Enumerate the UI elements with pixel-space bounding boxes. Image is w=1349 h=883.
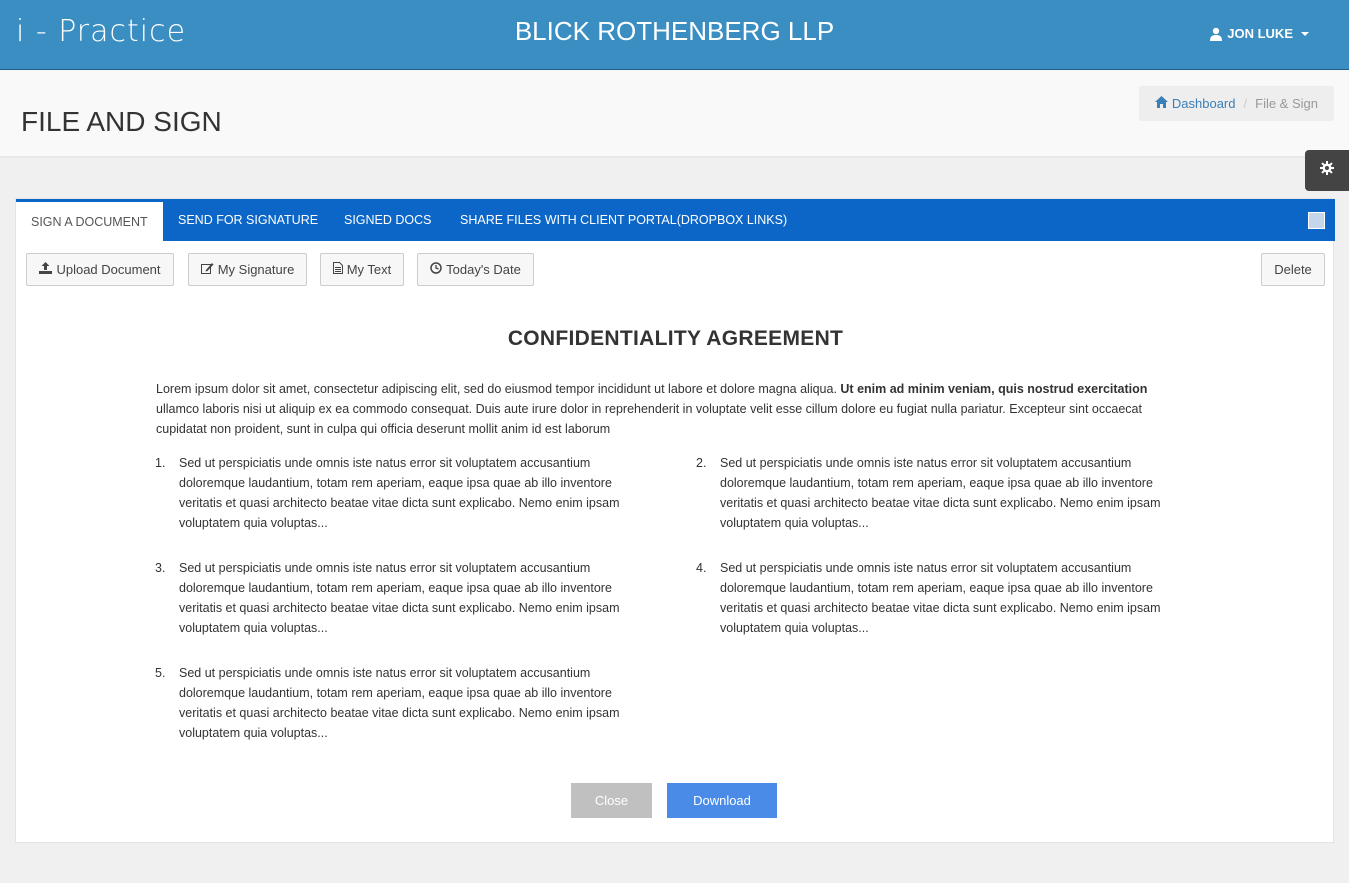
upload-icon — [39, 262, 53, 277]
clause-text: Sed ut perspiciatis unde omnis iste natu… — [720, 561, 1161, 635]
breadcrumb-separator: / — [1243, 96, 1248, 111]
user-menu[interactable]: JON LUKE — [1209, 26, 1309, 41]
clause-number: 1. — [155, 456, 166, 470]
intro-text-a: Lorem ipsum dolor sit amet, consectetur … — [156, 382, 841, 396]
upload-document-button[interactable]: Upload Document — [26, 253, 174, 286]
tab-bar: SIGN A DOCUMENT SEND FOR SIGNATURE SIGNE… — [16, 199, 1335, 241]
breadcrumb-dashboard-link[interactable]: Dashboard — [1154, 96, 1236, 111]
clause-number: 2. — [696, 456, 707, 470]
tab-share-files[interactable]: SHARE FILES WITH CLIENT PORTAL(DROPBOX L… — [460, 199, 787, 241]
file-text-icon — [332, 262, 343, 277]
clause-number: 5. — [155, 666, 166, 680]
breadcrumb-dashboard-label: Dashboard — [1171, 96, 1236, 111]
top-navbar: i - Practice BLICK ROTHENBERG LLP JON LU… — [0, 0, 1349, 70]
breadcrumb: Dashboard / File & Sign — [1138, 86, 1334, 121]
clause-text: Sed ut perspiciatis unde omnis iste natu… — [720, 456, 1161, 530]
edit-icon — [200, 262, 214, 277]
delete-button[interactable]: Delete — [1261, 253, 1325, 286]
page-title: FILE AND SIGN — [21, 106, 222, 137]
user-name: JON LUKE — [1227, 26, 1293, 41]
intro-text-b: ullamco laboris nisi ut aliquip ex ea co… — [156, 402, 1142, 436]
tab-sign-a-document[interactable]: SIGN A DOCUMENT — [16, 199, 163, 241]
company-name: BLICK ROTHENBERG LLP — [514, 16, 835, 46]
select-checkbox[interactable] — [1308, 212, 1325, 229]
todays-date-button[interactable]: Today's Date — [417, 253, 534, 286]
my-signature-button[interactable]: My Signature — [188, 253, 307, 286]
breadcrumb-current: File & Sign — [1255, 96, 1318, 111]
tab-send-for-signature[interactable]: SEND FOR SIGNATURE — [178, 199, 318, 241]
main-panel: SIGN A DOCUMENT SEND FOR SIGNATURE SIGNE… — [15, 198, 1335, 843]
chevron-down-icon — [1301, 31, 1309, 36]
page-header: FILE AND SIGN Dashboard / File & Sign — [0, 70, 1349, 158]
tab-signed-docs[interactable]: SIGNED DOCS — [344, 199, 432, 241]
document-intro: Lorem ipsum dolor sit amet, consectetur … — [156, 379, 1156, 439]
user-icon — [1209, 27, 1223, 41]
clause-number: 3. — [155, 561, 166, 575]
clock-icon — [430, 262, 442, 277]
my-text-button[interactable]: My Text — [320, 253, 404, 286]
my-text-label: My Text — [346, 262, 392, 277]
clause-text: Sed ut perspiciatis unde omnis iste natu… — [179, 456, 620, 530]
my-signature-label: My Signature — [217, 262, 295, 277]
clause-number: 4. — [696, 561, 707, 575]
clause-text: Sed ut perspiciatis unde omnis iste natu… — [179, 666, 620, 740]
document-title: CONFIDENTIALITY AGREEMENT — [507, 327, 844, 350]
close-button[interactable]: Close — [571, 783, 652, 818]
home-icon — [1154, 96, 1168, 111]
download-button[interactable]: Download — [667, 783, 777, 818]
settings-toggle-button[interactable] — [1305, 150, 1349, 191]
todays-date-label: Today's Date — [446, 262, 521, 277]
clause-text: Sed ut perspiciatis unde omnis iste natu… — [179, 561, 620, 635]
gear-icon — [1320, 161, 1334, 180]
upload-document-label: Upload Document — [56, 262, 161, 277]
intro-text-bold: Ut enim ad minim veniam, quis nostrud ex… — [840, 382, 1148, 396]
